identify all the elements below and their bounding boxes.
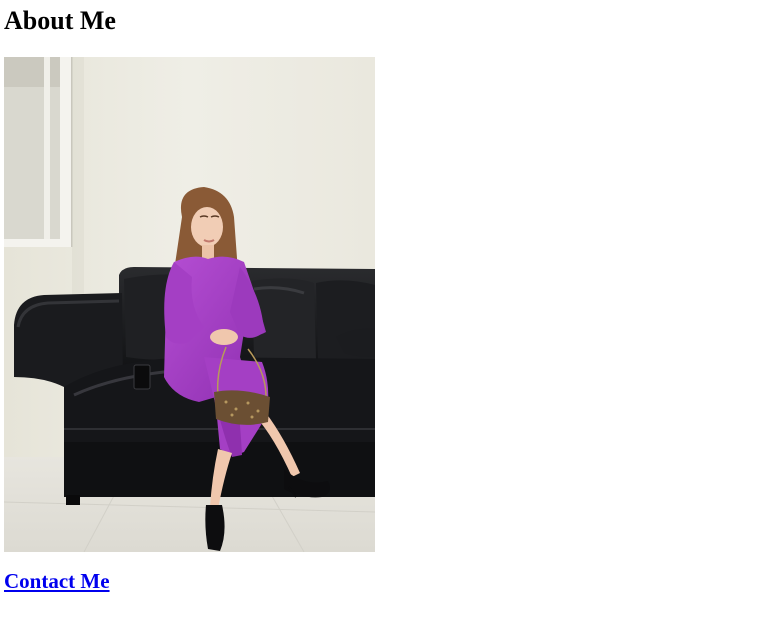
phone xyxy=(133,364,151,390)
page-title: About Me xyxy=(4,6,116,35)
contact-heading: Contact Me xyxy=(4,567,110,595)
left-shoe xyxy=(205,505,225,551)
contact-link[interactable]: Contact Me xyxy=(4,569,110,593)
page: About Me Contact Me xyxy=(0,0,778,618)
handbag xyxy=(214,390,270,425)
profile-photo xyxy=(4,57,375,552)
